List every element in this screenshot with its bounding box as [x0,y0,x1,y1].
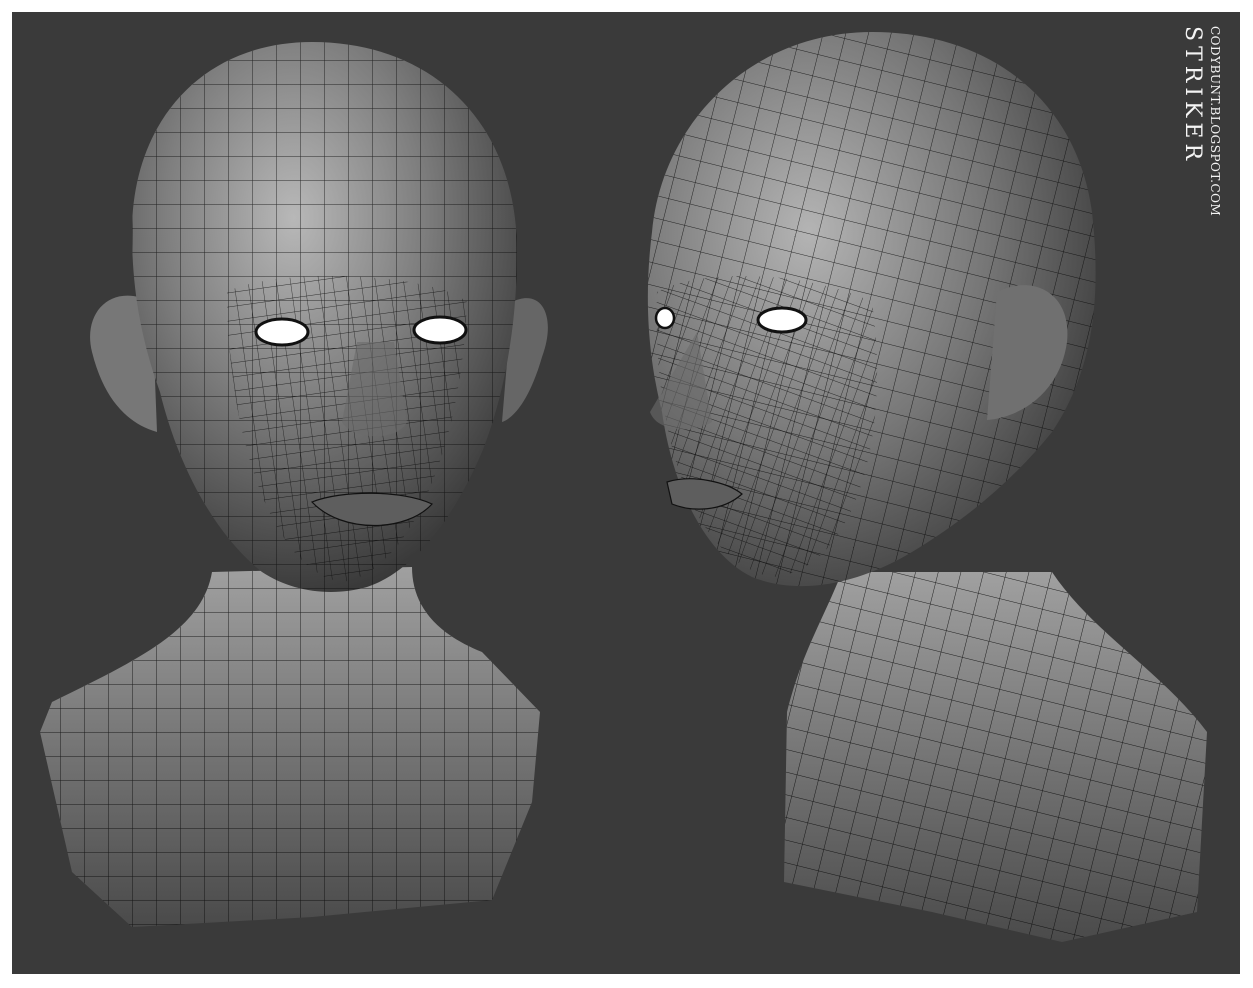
front-left-eye [254,317,310,347]
artwork-caption: STRIKER CODYBUNT.BLOGSPOT.COM [1178,26,1228,256]
side-far-eye [654,306,676,330]
front-right-eye [412,315,468,345]
render-canvas [40,32,1207,942]
front-view-bust [40,42,548,927]
three-quarter-view-bust [647,32,1207,942]
front-shoulders-mesh [40,567,540,927]
side-shoulders-mesh [784,572,1207,942]
side-near-eye [756,306,808,334]
artwork-title: STRIKER [1180,26,1205,166]
artist-url: CODYBUNT.BLOGSPOT.COM [1208,26,1222,217]
viewport-frame: STRIKER CODYBUNT.BLOGSPOT.COM [12,12,1240,974]
